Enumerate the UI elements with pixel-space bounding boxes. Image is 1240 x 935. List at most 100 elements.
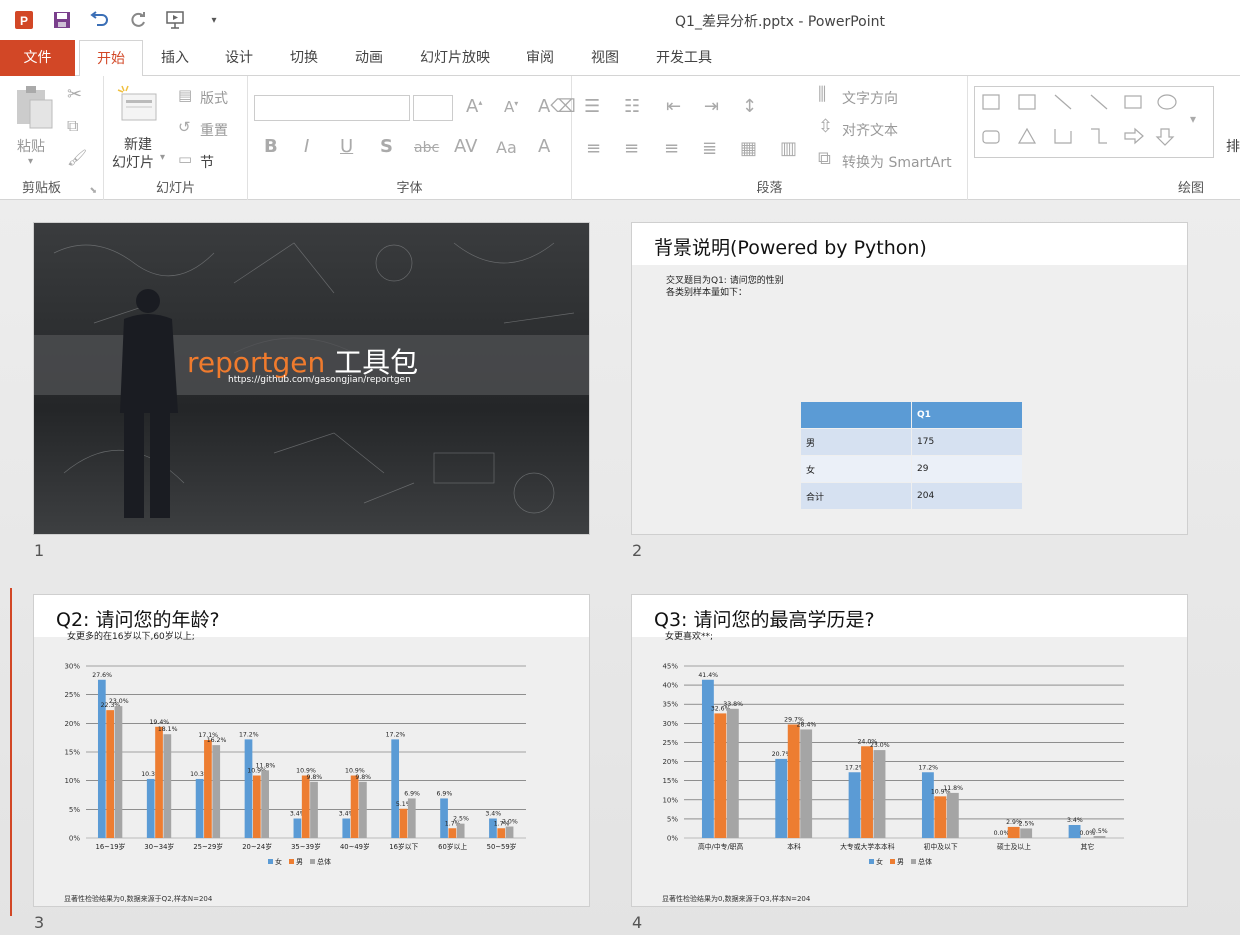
decrease-indent-icon[interactable]: ⇤ [666,96,681,117]
table-cell: 204 [912,483,1022,509]
bar [701,679,714,838]
copy-icon[interactable]: ⧉ [67,116,78,136]
numbering-icon[interactable]: ☷ [624,96,640,117]
data-label: 2.5% [1019,820,1035,827]
arrange-label[interactable]: 排 [1226,136,1240,156]
tab-design[interactable]: 设计 [212,40,266,76]
slide-thumbnail-4[interactable]: Q3: 请问您的最高学历是? 女更喜欢**; 0% 5% 10% 15% 20% 25% 3… [631,594,1188,907]
bullets-icon[interactable]: ☰ [584,96,600,117]
smartart-icon[interactable]: ⧉ [818,148,831,169]
align-center-icon[interactable]: ≡ [624,138,639,159]
slide-thumbnail-1[interactable]: reportgen 工具包 https://github.com/gasongj… [33,222,590,535]
text-direction-icon[interactable]: ⫼ [818,84,826,105]
tab-animations[interactable]: 动画 [342,40,396,76]
legend-label: 女 [275,857,282,866]
new-slide-label-1[interactable]: 新建 [124,134,152,154]
new-slide-label-2[interactable]: 幻灯片 [112,152,154,172]
new-slide-dropdown-icon[interactable]: ▾ [160,152,165,163]
clear-format-icon[interactable]: A⌫ [538,96,576,117]
x-tick-label: 30~34岁 [144,842,174,851]
font-color-icon[interactable]: A [538,136,550,157]
slide-number-4: 4 [632,913,643,932]
legend-swatch [289,859,294,864]
slide-thumbnail-3[interactable]: Q2: 请问您的年龄? 女更多的在16岁以下,60岁以上; 0% 5% 10% 15%… [33,594,590,907]
new-slide-icon[interactable] [116,84,160,129]
table-row: 女 29 [801,456,1022,482]
smartart-label[interactable]: 转换为 SmartArt [842,152,952,172]
data-label: 17.2% [386,731,406,738]
bar [310,781,318,838]
columns-icon[interactable]: ▥ [780,138,797,159]
slide-body: 女更多的在16岁以下,60岁以上; 0% 5% 10% 15% 20% 25% 30% 27.… [34,632,589,906]
y-tick-label: 15% [662,777,678,785]
tab-transitions[interactable]: 切换 [277,40,331,76]
align-text-icon[interactable]: ⇳ [818,116,833,137]
paste-label[interactable]: 粘贴 [17,136,45,156]
table-cell: 女 [801,456,911,482]
shapes-gallery[interactable] [974,86,1214,158]
font-size-combo[interactable] [413,95,453,121]
chart-svg: 0%5%10%15%20%25%30%35%40%45%41.4%32.6%33… [662,663,1124,866]
data-label: 17.2% [239,731,259,738]
section-icon[interactable]: ▭ [178,150,192,168]
reset-label[interactable]: 重置 [200,120,228,140]
slide-footnote: 显著性检验结果为0,数据来源于Q3,样本N=204 [662,895,811,903]
bar [342,818,351,838]
decrease-font-icon[interactable]: A▾ [504,98,518,116]
distributed-icon[interactable]: ▦ [740,138,757,159]
char-spacing-icon[interactable]: AV [454,136,477,157]
align-right-icon[interactable]: ≡ [664,138,679,159]
layout-label[interactable]: 版式 [200,88,228,108]
bar [155,726,163,838]
group-slides: 新建 幻灯片 ▾ ▤ 版式 ↺ 重置 ▭ 节 幻灯片 [104,76,248,200]
tab-developer[interactable]: 开发工具 [648,40,720,76]
table-header-cell [801,402,911,428]
dialog-launcher-icon[interactable]: ⬊ [89,186,97,196]
section-label[interactable]: 节 [200,152,214,172]
tab-file[interactable]: 文件 [0,40,75,76]
justify-icon[interactable]: ≣ [702,138,717,159]
bold-icon[interactable]: B [264,136,278,157]
align-text-label[interactable]: 对齐文本 [842,120,898,140]
x-tick-label: 35~39岁 [291,842,321,851]
align-left-icon[interactable]: ≡ [586,138,601,159]
x-tick-label: 20~24岁 [242,842,272,851]
bar [399,808,408,838]
tab-home[interactable]: 开始 [79,40,143,77]
data-label: 19.4% [150,719,170,726]
x-tick-label: 40~49岁 [340,842,370,851]
text-direction-label[interactable]: 文字方向 [842,88,898,108]
font-name-combo[interactable] [254,95,410,121]
format-painter-icon[interactable]: 🖌 [67,148,87,167]
tab-insert[interactable]: 插入 [148,40,202,76]
reset-icon[interactable]: ↺ [178,118,191,136]
slide-title: 背景说明(Powered by Python) [654,237,927,259]
line-spacing-icon[interactable]: ↕ [742,96,757,117]
tab-view[interactable]: 视图 [578,40,632,76]
layout-icon[interactable]: ▤ [178,86,192,104]
legend-label: 男 [296,858,303,866]
tab-slideshow[interactable]: 幻灯片放映 [410,40,500,76]
data-label: 27.6% [92,672,112,679]
bar [505,826,514,838]
increase-font-icon[interactable]: A▴ [466,96,482,117]
strikethrough-icon[interactable]: abc [414,140,439,156]
x-tick-label: 其它 [1081,842,1095,851]
shadow-icon[interactable]: S [380,136,393,157]
italic-icon[interactable]: I [304,136,309,157]
paste-dropdown-icon[interactable]: ▾ [28,156,33,167]
bar [946,792,959,838]
y-tick-label: 40% [662,682,678,690]
change-case-icon[interactable]: Aa [496,138,517,157]
gallery-more-icon[interactable]: ▾ [1190,112,1196,126]
tab-review[interactable]: 审阅 [513,40,567,76]
table-row: 合计 204 [801,483,1022,509]
increase-indent-icon[interactable]: ⇥ [704,96,719,117]
group-clipboard: 粘贴 ▾ ✂ ⧉ 🖌 剪贴板 ⬊ [0,76,104,200]
cut-icon[interactable]: ✂ [67,84,82,105]
bar [448,828,457,838]
slide-thumbnail-2[interactable]: 背景说明(Powered by Python) 交叉题目为Q1: 请问您的性别 … [631,222,1188,535]
x-tick-label: 25~29岁 [193,842,223,851]
underline-icon[interactable]: U [340,136,353,157]
paste-icon[interactable] [14,84,54,135]
